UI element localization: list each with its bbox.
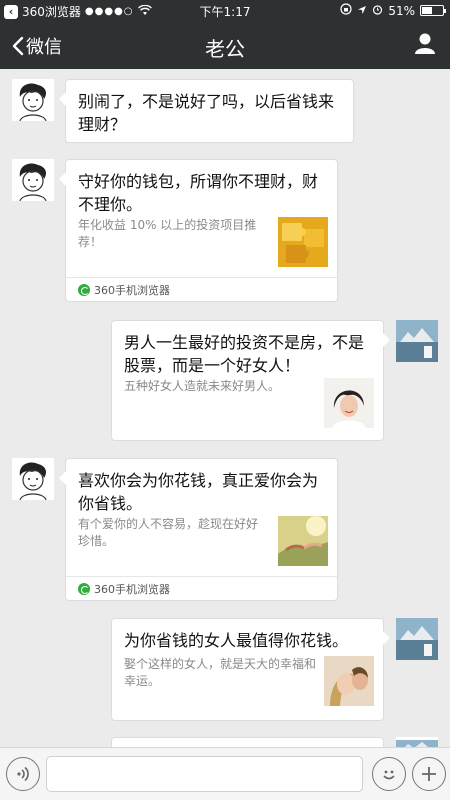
- card-description: 有个爱你的人不容易，趁现在好好珍惜。: [78, 517, 259, 548]
- card-title: 喜欢你会为你花钱，真正爱你会为你省钱。: [78, 471, 319, 513]
- voice-button[interactable]: [6, 757, 40, 791]
- person-icon: [415, 33, 435, 54]
- status-right: 51%: [340, 3, 446, 18]
- contact-avatar[interactable]: [12, 458, 54, 500]
- more-button[interactable]: [412, 757, 446, 791]
- card-title: 男人一生最好的投资不是房，不是股票，而是一个好女人！: [124, 333, 365, 375]
- source-label: 360手机浏览器: [94, 582, 170, 596]
- chat-title: 老公: [205, 37, 245, 61]
- emoji-button[interactable]: [372, 757, 406, 791]
- card-thumbnail: [278, 516, 328, 566]
- link-card[interactable]: 男人一生最好的投资不是房，不是股票，而是一个好女人！ 五种好女人造就未来好男人。: [111, 320, 390, 441]
- status-bar: ‹ 360浏览器 ●●●●○ 下午1:17 51%: [0, 0, 450, 22]
- battery-percent: 51%: [388, 3, 415, 18]
- source-label: 360手机浏览器: [94, 283, 170, 297]
- link-card[interactable]: 喜欢你会为你花钱，真正爱你会为你省钱。 有个爱你的人不容易，趁现在好好珍惜。 3…: [59, 458, 338, 601]
- my-avatar[interactable]: [396, 320, 438, 362]
- card-title: 守好你的钱包，所谓你不理财，财不理你。: [78, 172, 319, 214]
- voice-icon: [17, 766, 29, 782]
- nav-bar: 微信 老公: [0, 22, 450, 69]
- contact-avatar[interactable]: [12, 79, 54, 121]
- rotation-lock-icon: [340, 3, 352, 18]
- top-bar: ‹ 360浏览器 ●●●●○ 下午1:17 51% 微信 老公: [0, 0, 450, 69]
- browser-360-icon: [78, 582, 90, 595]
- my-avatar[interactable]: [396, 618, 438, 660]
- emoji-icon: [383, 770, 395, 780]
- card-source: 360手机浏览器: [66, 277, 337, 301]
- battery-icon: [420, 5, 446, 16]
- card-description: 五种好女人造就未来好男人。: [124, 379, 281, 393]
- contact-avatar[interactable]: [12, 159, 54, 201]
- card-thumbnail: [324, 378, 374, 428]
- card-description: 年化收益 10% 以上的投资项目推荐！: [78, 218, 257, 249]
- message-input[interactable]: [46, 756, 363, 792]
- link-card[interactable]: 守好你的钱包，所谓你不理财，财不理你。 年化收益 10% 以上的投资项目推荐！ …: [59, 159, 338, 302]
- profile-button[interactable]: [414, 32, 436, 58]
- plus-icon: [422, 767, 436, 781]
- alarm-icon: [372, 4, 383, 18]
- card-source: 360手机浏览器: [66, 576, 337, 600]
- card-title: 为你省钱的女人最值得你花钱。: [124, 631, 349, 650]
- card-description: 娶个这样的女人，就是天大的幸福和幸运。: [124, 657, 317, 688]
- card-thumbnail: [278, 217, 328, 267]
- link-card[interactable]: 为你省钱的女人最值得你花钱。 娶个这样的女人，就是天大的幸福和幸运。: [111, 618, 390, 721]
- card-thumbnail: [324, 656, 374, 706]
- input-bar: [0, 747, 450, 800]
- message-text: 别闹了，不是说好了吗，以后省钱来理财？: [78, 92, 335, 134]
- browser-360-icon: [78, 283, 90, 296]
- location-icon: [357, 4, 367, 18]
- message-bubble-text[interactable]: 别闹了，不是说好了吗，以后省钱来理财？: [59, 79, 354, 143]
